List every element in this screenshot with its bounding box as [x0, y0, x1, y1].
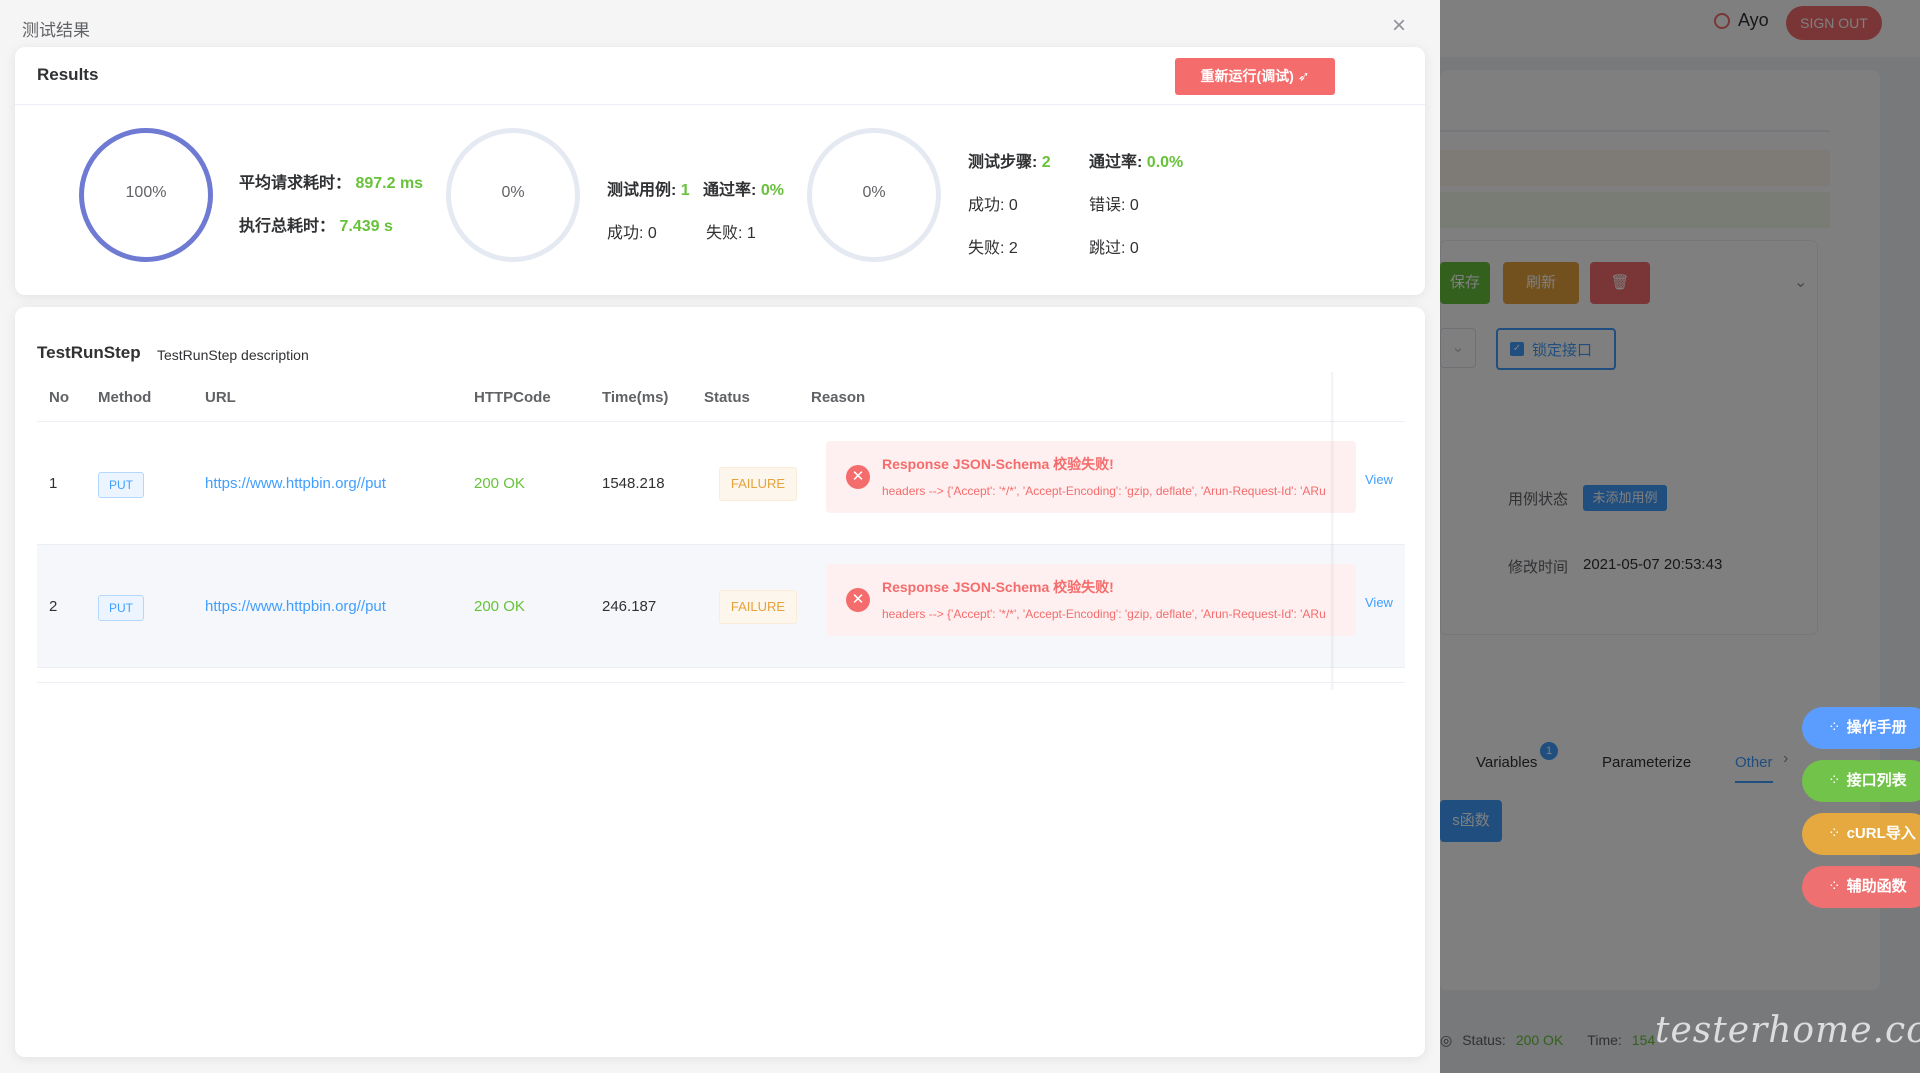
- cell-http-code: 200 OK: [474, 475, 525, 492]
- error-circle-icon: ✕: [846, 588, 870, 612]
- cell-url[interactable]: https://www.httpbin.org//put: [205, 598, 386, 615]
- column-header: URL: [205, 389, 236, 406]
- table-bottom-border: [37, 682, 1405, 683]
- curl-import-button[interactable]: ⁘ cURL导入: [1802, 813, 1920, 855]
- ring-value: 0%: [862, 184, 886, 201]
- status-failure-tag: FAILURE: [719, 590, 797, 624]
- spinner-icon: ⁘: [1828, 719, 1841, 736]
- testcase-stat: 测试用例: 1 通过率: 0%: [607, 176, 784, 200]
- dialog-title: 测试结果: [22, 21, 90, 40]
- teststep-stat: 测试步骤: 2: [968, 148, 1051, 172]
- curl-import-button-label: cURL导入: [1846, 825, 1916, 842]
- ring-value: 0%: [501, 184, 525, 201]
- helper-functions-button-label: 辅助函数: [1846, 878, 1907, 895]
- cell-no: 1: [49, 475, 58, 492]
- rerun-debug-button[interactable]: 重新运行(调试) ➶: [1175, 58, 1335, 95]
- cell-time: 1548.218: [602, 475, 665, 492]
- total-time-label: 执行总耗时：: [239, 218, 336, 235]
- api-list-button[interactable]: ⁘ 接口列表: [1802, 760, 1920, 802]
- column-header: HTTPCode: [474, 389, 551, 406]
- total-time-value: 7.439 s: [339, 218, 393, 235]
- reason-title: Response JSON-Schema 校验失败!: [882, 456, 1114, 472]
- teststep-title: TestRunStep: [37, 343, 141, 362]
- results-header: Results 重新运行(调试) ➶: [15, 47, 1425, 105]
- reason-title: Response JSON-Schema 校验失败!: [882, 579, 1114, 595]
- cell-url[interactable]: https://www.httpbin.org//put: [205, 475, 386, 492]
- view-link[interactable]: View: [1365, 595, 1393, 610]
- teststep-pass-label: 通过率:: [1089, 154, 1143, 171]
- testcase-fail: 失败: 1: [706, 225, 756, 242]
- teststep-skip: 跳过: 0: [1089, 240, 1139, 257]
- spinner-icon: ⁘: [1828, 878, 1841, 895]
- status-failure-tag: FAILURE: [719, 467, 797, 501]
- teststep-fail: 失败: 2: [968, 240, 1018, 257]
- manual-button-label: 操作手册: [1846, 719, 1907, 736]
- table-header: No Method URL HTTPCode Time(ms) Status R…: [37, 367, 1405, 422]
- teststep-label: 测试步骤:: [968, 154, 1038, 171]
- table-row[interactable]: 2 PUT https://www.httpbin.org//put 200 O…: [37, 545, 1405, 668]
- column-header: No: [49, 389, 69, 406]
- testcase-pass-value: 0%: [760, 182, 784, 199]
- column-header: Status: [704, 389, 750, 406]
- column-header: Method: [98, 389, 152, 406]
- spinner-icon: ⁘: [1828, 825, 1841, 842]
- cell-time: 246.187: [602, 598, 657, 615]
- close-icon[interactable]: ×: [1392, 14, 1406, 38]
- fixed-column-shadow: [1331, 372, 1335, 690]
- testcase-pass-label: 通过率:: [703, 182, 757, 199]
- send-icon: ➶: [1297, 68, 1310, 84]
- testcase-ring: 0%: [446, 128, 580, 262]
- results-card: Results 重新运行(调试) ➶ 100% 平均请求耗时： 897.2 ms…: [15, 47, 1425, 295]
- rerun-label: 重新运行(调试): [1200, 68, 1294, 84]
- test-result-dialog: 测试结果 × Results 重新运行(调试) ➶ 100% 平均请求耗时： 8…: [0, 0, 1440, 1073]
- api-list-button-label: 接口列表: [1846, 772, 1907, 789]
- avg-time-ring: 100%: [79, 128, 213, 262]
- teststep-success: 成功: 0: [968, 197, 1018, 214]
- spinner-icon: ⁘: [1828, 772, 1841, 789]
- cell-no: 2: [49, 598, 58, 615]
- testcase-label: 测试用例:: [607, 182, 677, 199]
- total-time-stat: 执行总耗时： 7.439 s: [239, 212, 393, 236]
- column-header: Reason: [811, 389, 866, 406]
- table-row[interactable]: 1 PUT https://www.httpbin.org//put 200 O…: [37, 422, 1405, 545]
- reason-alert: ✕ Response JSON-Schema 校验失败! headers -->…: [826, 441, 1356, 513]
- avg-time-value: 897.2 ms: [355, 175, 424, 192]
- column-header: Time(ms): [602, 389, 669, 406]
- helper-functions-button[interactable]: ⁘ 辅助函数: [1802, 866, 1920, 908]
- method-tag: PUT: [98, 595, 144, 621]
- avg-time-label: 平均请求耗时：: [239, 175, 352, 192]
- teststep-description: TestRunStep description: [157, 347, 309, 363]
- teststep-error: 错误: 0: [1089, 197, 1139, 214]
- method-tag: PUT: [98, 472, 144, 498]
- error-circle-icon: ✕: [846, 465, 870, 489]
- view-link[interactable]: View: [1365, 472, 1393, 487]
- teststep-pass-value: 0.0%: [1146, 154, 1184, 171]
- reason-alert: ✕ Response JSON-Schema 校验失败! headers -->…: [826, 564, 1356, 636]
- reason-detail: headers --> {'Accept': '*/*', 'Accept-En…: [882, 484, 1326, 498]
- avg-time-stat: 平均请求耗时： 897.2 ms: [239, 169, 423, 193]
- teststep-value: 2: [1041, 154, 1051, 171]
- watermark: testerhome.com: [1655, 1010, 1920, 1051]
- manual-button[interactable]: ⁘ 操作手册: [1802, 707, 1920, 749]
- results-title: Results: [37, 65, 99, 84]
- ring-value: 100%: [125, 184, 167, 201]
- teststep-card: TestRunStep TestRunStep description No M…: [15, 307, 1425, 1057]
- cell-http-code: 200 OK: [474, 598, 525, 615]
- testcase-success: 成功: 0: [607, 225, 657, 242]
- testcase-value: 1: [680, 182, 690, 199]
- teststep-ring: 0%: [807, 128, 941, 262]
- reason-detail: headers --> {'Accept': '*/*', 'Accept-En…: [882, 607, 1326, 621]
- teststep-pass-stat: 通过率: 0.0%: [1089, 148, 1183, 172]
